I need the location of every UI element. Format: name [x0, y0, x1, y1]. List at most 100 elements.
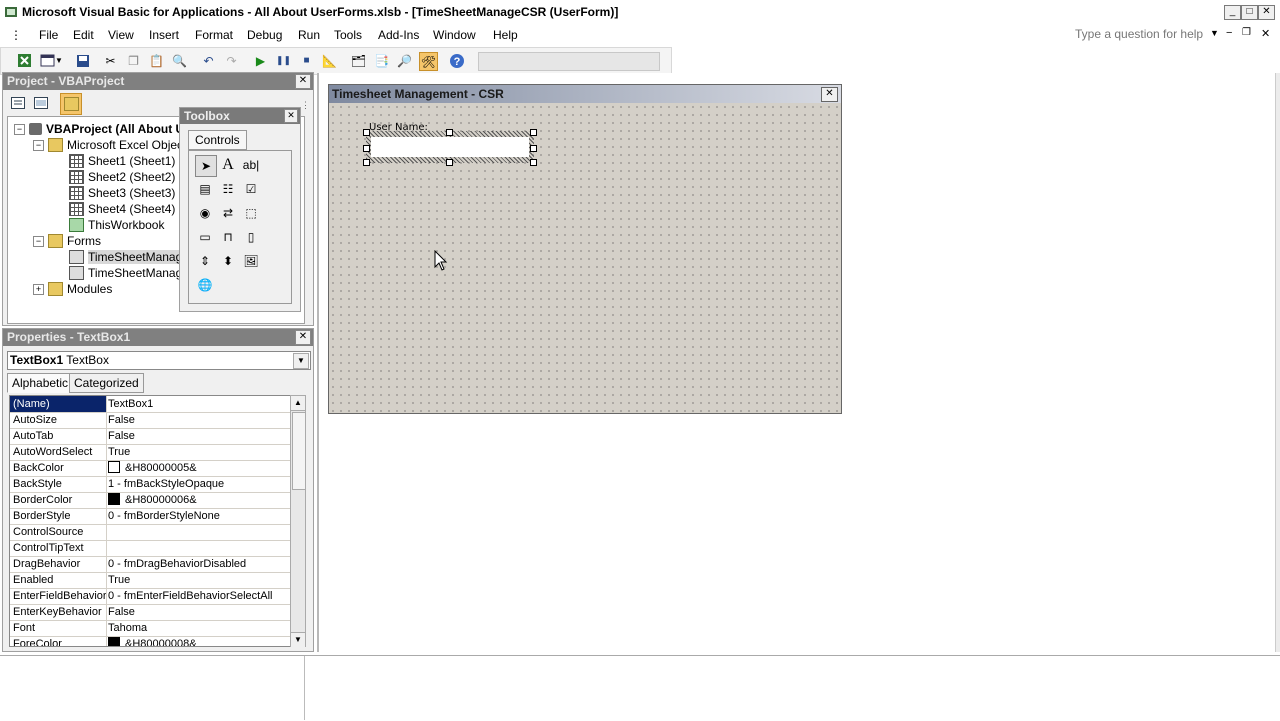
workspace-scrollbar[interactable] [1275, 73, 1280, 652]
tree-node-sheet1[interactable]: Sheet1 (Sheet1) [69, 153, 175, 169]
chevron-down-icon[interactable]: ▼ [293, 353, 309, 369]
resize-handle[interactable] [363, 145, 370, 152]
commandbutton-tool-icon[interactable]: ▭ [195, 227, 215, 247]
properties-pane-close-button[interactable]: ✕ [295, 330, 311, 345]
scrollbar-thumb[interactable] [292, 412, 306, 490]
find-icon[interactable]: 🔍 [171, 52, 188, 69]
property-value[interactable]: &H80000006& [107, 492, 290, 508]
close-button[interactable]: ✕ [1258, 5, 1275, 20]
property-row[interactable]: AutoTab False [10, 428, 290, 445]
tree-node-vbaproject[interactable]: − VBAProject (All About U [14, 121, 184, 137]
break-icon[interactable]: ❚❚ [275, 52, 292, 69]
collapse-icon[interactable]: − [33, 235, 44, 247]
tree-node-sheet4[interactable]: Sheet4 (Sheet4) [69, 201, 175, 217]
property-row[interactable]: BackStyle 1 - fmBackStyleOpaque [10, 476, 290, 493]
menu-format[interactable]: Format [195, 28, 233, 42]
textbox-tool-icon[interactable]: ab| [241, 155, 261, 175]
project-explorer-icon[interactable]: 🗂 [350, 52, 367, 69]
property-value[interactable]: False [107, 604, 290, 620]
property-value[interactable]: &H80000008& [107, 636, 290, 646]
checkbox-tool-icon[interactable]: ☑ [241, 179, 261, 199]
property-row[interactable]: EnterKeyBehavior False [10, 604, 290, 621]
property-value[interactable]: TextBox1 [107, 396, 290, 412]
property-row[interactable]: BorderColor &H80000006& [10, 492, 290, 509]
tab-alphabetic[interactable]: Alphabetic [7, 373, 74, 393]
property-value[interactable] [107, 524, 290, 540]
menu-addins[interactable]: Add-Ins [378, 28, 419, 42]
resize-handle[interactable] [363, 159, 370, 166]
tree-node-sheet3[interactable]: Sheet3 (Sheet3) [69, 185, 175, 201]
property-value[interactable]: False [107, 428, 290, 444]
scrollbar-tool-icon[interactable]: ⇕ [195, 251, 215, 271]
tree-node-forms[interactable]: − Forms [33, 233, 101, 249]
menu-view[interactable]: View [108, 28, 134, 42]
listbox-tool-icon[interactable]: ☷ [218, 179, 238, 199]
property-row[interactable]: BackColor &H80000005& [10, 460, 290, 477]
resize-handle[interactable] [446, 129, 453, 136]
design-mode-icon[interactable]: 📐 [321, 52, 338, 69]
userform-designer[interactable]: Timesheet Management - CSR ✕ User Name: [328, 84, 842, 414]
collapse-icon[interactable]: − [14, 123, 25, 135]
user-name-textbox[interactable] [371, 137, 529, 157]
resize-handle[interactable] [530, 129, 537, 136]
menu-edit[interactable]: Edit [73, 28, 94, 42]
property-value[interactable]: &H80000005& [107, 460, 290, 476]
select-objects-icon[interactable]: ➤ [195, 155, 217, 177]
toolbox-icon[interactable]: 🛠 [419, 52, 438, 71]
properties-scrollbar[interactable]: ▲ ▼ [290, 395, 306, 647]
copy-icon[interactable]: ❐ [125, 52, 142, 69]
expand-icon[interactable]: + [33, 283, 44, 295]
combobox-tool-icon[interactable]: ▤ [195, 179, 215, 199]
property-value[interactable]: 0 - fmDragBehaviorDisabled [107, 556, 290, 572]
view-object-icon[interactable] [32, 94, 50, 112]
refedit-tool-icon[interactable]: 🌐 [195, 275, 215, 295]
doc-minimize-icon[interactable]: − [1226, 27, 1232, 39]
toolbox-close-button[interactable]: ✕ [284, 109, 298, 123]
help-icon[interactable]: ? [448, 52, 465, 69]
tab-categorized[interactable]: Categorized [69, 373, 144, 393]
undo-icon[interactable]: ↶ [200, 52, 217, 69]
property-row[interactable]: ControlTipText [10, 540, 290, 557]
doc-restore-icon[interactable]: ❐ [1242, 27, 1251, 38]
menu-run[interactable]: Run [298, 28, 320, 42]
property-row[interactable]: (Name) TextBox1 [10, 396, 290, 413]
toolbar-position-box[interactable] [478, 52, 660, 71]
property-row[interactable]: EnterFieldBehavior 0 - fmEnterFieldBehavi… [10, 588, 290, 605]
property-row[interactable]: ControlSource [10, 524, 290, 541]
property-row[interactable]: AutoSize False [10, 412, 290, 429]
image-tool-icon[interactable]: 🖼 [241, 251, 261, 271]
paste-icon[interactable]: 📋 [148, 52, 165, 69]
property-row[interactable]: ForeColor &H80000008& [10, 636, 290, 646]
resize-handle[interactable] [363, 129, 370, 136]
save-icon[interactable] [74, 52, 91, 69]
property-value[interactable]: 0 - fmEnterFieldBehaviorSelectAll [107, 588, 290, 604]
property-row[interactable]: Enabled True [10, 572, 290, 589]
property-row[interactable]: AutoWordSelect True [10, 444, 290, 461]
scroll-down-icon[interactable]: ▼ [291, 632, 305, 647]
toggle-folders-icon[interactable] [60, 93, 82, 115]
multipage-tool-icon[interactable]: ▯ [241, 227, 261, 247]
view-code-icon[interactable] [9, 94, 27, 112]
project-pane-close-button[interactable]: ✕ [295, 74, 311, 89]
tree-node-thisworkbook[interactable]: ThisWorkbook [69, 217, 164, 233]
help-search-input[interactable]: Type a question for help [1075, 27, 1203, 41]
tabstrip-tool-icon[interactable]: ⊓ [218, 227, 238, 247]
property-value[interactable]: True [107, 572, 290, 588]
object-browser-icon[interactable]: 🔎 [396, 52, 413, 69]
property-value[interactable]: False [107, 412, 290, 428]
cut-icon[interactable]: ✂ [102, 52, 119, 69]
property-value[interactable]: 1 - fmBackStyleOpaque [107, 476, 290, 492]
minimize-button[interactable]: _ [1224, 5, 1241, 20]
resize-handle[interactable] [530, 159, 537, 166]
view-excel-icon[interactable] [16, 52, 33, 69]
help-dropdown-icon[interactable]: ▼ [1210, 28, 1219, 38]
menu-tools[interactable]: Tools [334, 28, 362, 42]
togglebutton-tool-icon[interactable]: ⇄ [218, 203, 238, 223]
property-value[interactable]: True [107, 444, 290, 460]
insert-dropdown-icon[interactable]: ▼ [54, 52, 64, 69]
reset-icon[interactable]: ■ [298, 52, 315, 69]
run-icon[interactable]: ▶ [252, 52, 269, 69]
tree-node-modules[interactable]: + Modules [33, 281, 112, 297]
optionbutton-tool-icon[interactable]: ◉ [195, 203, 215, 223]
spinbutton-tool-icon[interactable]: ⬍ [218, 251, 238, 271]
